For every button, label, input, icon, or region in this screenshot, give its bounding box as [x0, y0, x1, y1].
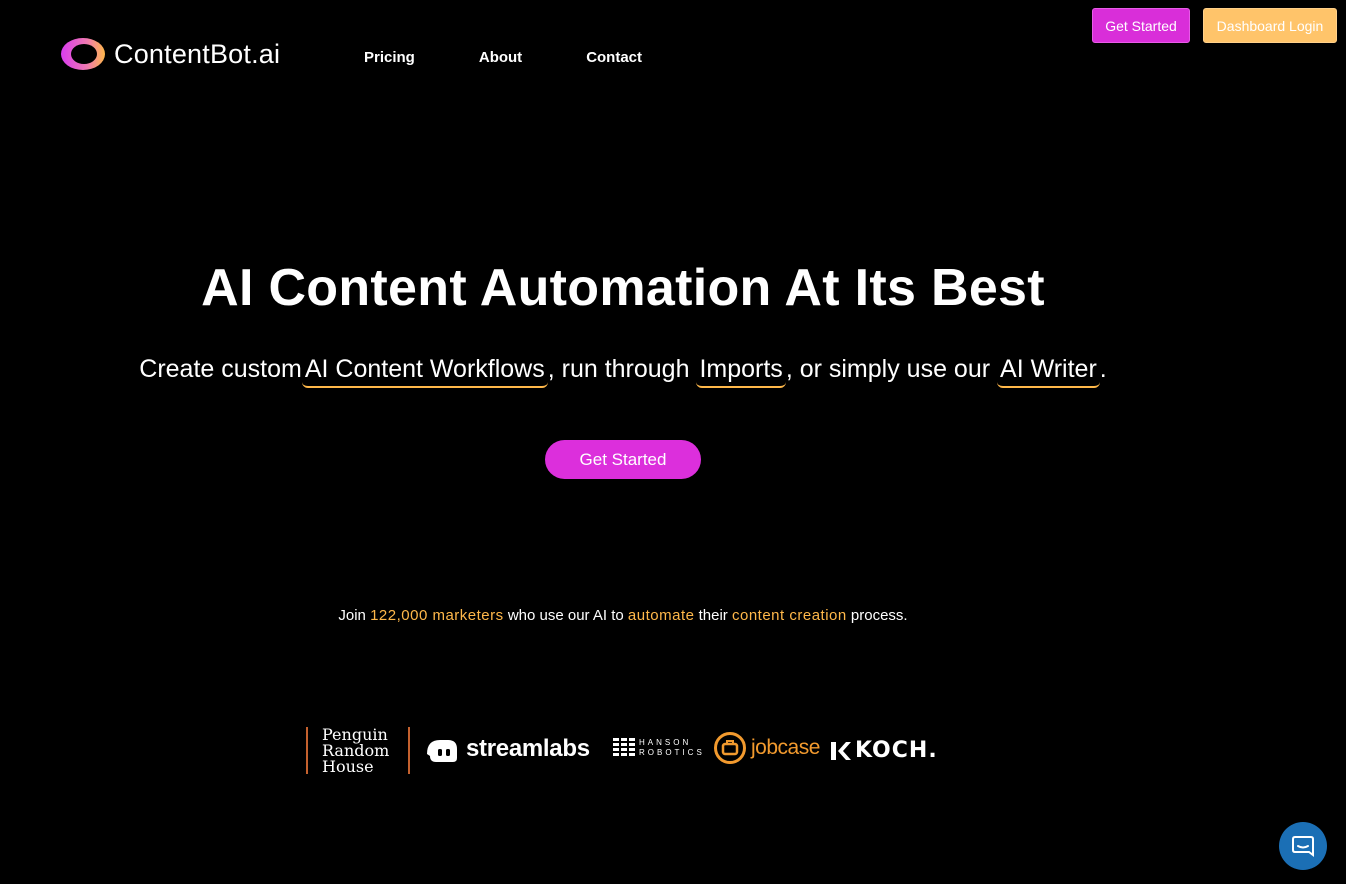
nav-about[interactable]: About	[479, 49, 522, 67]
penguin-line-3: House	[322, 757, 374, 776]
page: ContentBot.ai Pricing About Contact Get …	[0, 0, 1346, 884]
jobcase-wordmark: jobcase	[751, 736, 820, 759]
hanson-robotics-icon	[613, 738, 635, 756]
marketers-count: 122,000 marketers	[370, 607, 504, 624]
hero-subtitle: Create custom AI Content Workflows, run t…	[0, 352, 1246, 388]
hero-title: AI Content Automation At Its Best	[201, 259, 1045, 317]
header-get-started-button[interactable]: Get Started	[1092, 8, 1190, 43]
hanson-wordmark: HANSON ROBOTICS	[639, 738, 705, 758]
chat-launcher-button[interactable]	[1279, 822, 1327, 870]
chat-bubble-icon	[1292, 836, 1314, 857]
koch-wordmark: KOCH.	[855, 738, 938, 763]
automate-highlight: automate	[627, 607, 695, 624]
koch-logo: KOCH.	[831, 738, 938, 763]
imports-link[interactable]: Imports	[696, 354, 786, 388]
hanson-line-1: HANSON	[639, 738, 692, 747]
hero-get-started-button[interactable]: Get Started	[545, 440, 701, 479]
social-proof-text: Join 122,000 marketers who use our AI to…	[0, 607, 1246, 624]
nav-contact[interactable]: Contact	[586, 49, 642, 67]
penguin-random-house-logo: Penguin Random House	[306, 727, 410, 776]
jobcase-logo: jobcase	[713, 731, 820, 765]
ai-content-workflows-link[interactable]: AI Content Workflows	[301, 354, 548, 388]
hero-sub-text-2: , run through	[547, 355, 690, 383]
hero-sub-text-1: Create custom	[139, 355, 302, 383]
contentbot-logo-icon	[61, 38, 105, 70]
brand-logo[interactable]: ContentBot.ai	[58, 34, 280, 74]
hero-sub-text-4: .	[1099, 355, 1107, 383]
ai-writer-link[interactable]: AI Writer	[997, 354, 1100, 388]
join-text-3: their	[698, 607, 728, 624]
hanson-line-2: ROBOTICS	[639, 748, 705, 757]
join-text-2: who use our AI to	[507, 607, 624, 624]
hero-sub-text-3: , or simply use our	[785, 355, 991, 383]
join-text-4: process.	[850, 607, 908, 624]
dashboard-login-button[interactable]: Dashboard Login	[1203, 8, 1337, 43]
join-text-1: Join	[338, 607, 366, 624]
content-creation-highlight: content creation	[731, 607, 847, 624]
koch-icon	[831, 741, 851, 760]
streamlabs-wordmark: streamlabs	[466, 735, 590, 762]
nav-pricing[interactable]: Pricing	[364, 49, 415, 67]
hanson-robotics-logo: HANSON ROBOTICS	[613, 738, 705, 758]
streamlabs-logo: streamlabs	[424, 734, 590, 764]
streamlabs-icon	[427, 740, 457, 762]
jobcase-icon	[714, 732, 746, 764]
main-nav: Pricing About Contact	[364, 49, 706, 67]
brand-name: ContentBot.ai	[114, 38, 281, 69]
